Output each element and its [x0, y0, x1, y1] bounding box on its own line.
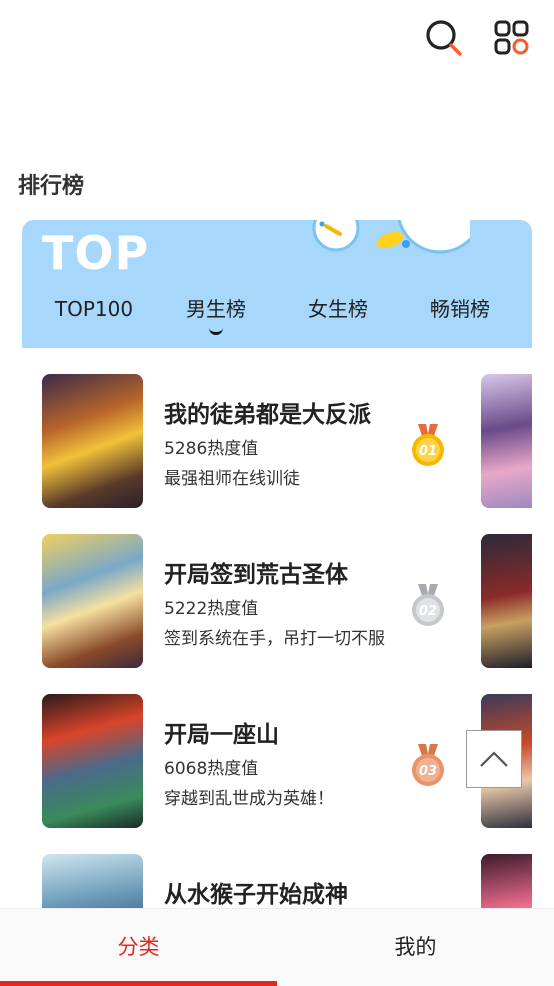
- list-item[interactable]: 开局一座山 6068热度值 穿越到乱世成为英雄！ 03: [22, 668, 532, 828]
- nav-category[interactable]: 分类: [0, 909, 277, 986]
- comic-desc: 穿越到乱世成为英雄！: [164, 789, 334, 809]
- search-button[interactable]: [424, 18, 464, 58]
- comic-title[interactable]: 从水猴子开始成神: [164, 875, 348, 909]
- medal-bronze-icon: 03: [412, 744, 444, 786]
- comic-title[interactable]: 我的徒弟都是大反派: [164, 395, 371, 429]
- svg-text:03: 03: [419, 764, 437, 779]
- tab-male[interactable]: 男生榜: [172, 294, 260, 335]
- svg-text:01: 01: [419, 444, 437, 459]
- tab-bestseller[interactable]: 畅销榜: [416, 294, 504, 328]
- nav-mine[interactable]: 我的: [277, 909, 554, 986]
- heat-value: 5286热度值: [164, 439, 259, 459]
- top-logo: TOP: [42, 226, 150, 280]
- search-icon: [426, 20, 462, 56]
- comic-cover[interactable]: [42, 694, 143, 828]
- ranking-card: TOP TOP100 男生榜 女生榜 畅销榜 我的徒弟都是大反派 5286热度值…: [22, 220, 532, 920]
- chevron-up-icon: [480, 751, 508, 767]
- side-cover[interactable]: [481, 374, 532, 508]
- comic-title[interactable]: 开局签到荒古圣体: [164, 555, 348, 589]
- grid-menu-button[interactable]: [492, 18, 532, 58]
- svg-text:02: 02: [419, 604, 437, 619]
- bottom-nav: 分类 我的: [0, 908, 554, 986]
- side-cover[interactable]: [481, 534, 532, 668]
- tab-top100[interactable]: TOP100: [46, 294, 142, 328]
- comic-cover[interactable]: [42, 534, 143, 668]
- heat-value: 6068热度值: [164, 759, 259, 779]
- section-title: 排行榜: [18, 174, 85, 199]
- decoration-icon: [312, 220, 470, 254]
- list-item[interactable]: 我的徒弟都是大反派 5286热度值 最强祖师在线训徒 01: [22, 348, 532, 508]
- heat-value: 5222热度值: [164, 599, 259, 619]
- tab-female[interactable]: 女生榜: [294, 294, 382, 328]
- comic-title[interactable]: 开局一座山: [164, 715, 279, 749]
- top-bar: [0, 0, 554, 80]
- comic-desc: 最强祖师在线训徒: [164, 469, 300, 489]
- list-item[interactable]: 从水猴子开始成神: [22, 828, 532, 920]
- back-to-top-button[interactable]: [466, 730, 522, 788]
- grid-menu-icon: [494, 20, 529, 55]
- ranking-tabs: TOP100 男生榜 女生榜 畅销榜: [22, 294, 532, 348]
- comic-desc: 签到系统在手，吊打一切不服: [164, 629, 385, 649]
- comic-cover[interactable]: [42, 374, 143, 508]
- nav-active-indicator: [0, 981, 277, 986]
- medal-silver-icon: 02: [412, 584, 444, 626]
- ranking-header: TOP TOP100 男生榜 女生榜 畅销榜: [22, 220, 532, 348]
- medal-gold-icon: 01: [412, 424, 444, 466]
- list-item[interactable]: 开局签到荒古圣体 5222热度值 签到系统在手，吊打一切不服 02: [22, 508, 532, 668]
